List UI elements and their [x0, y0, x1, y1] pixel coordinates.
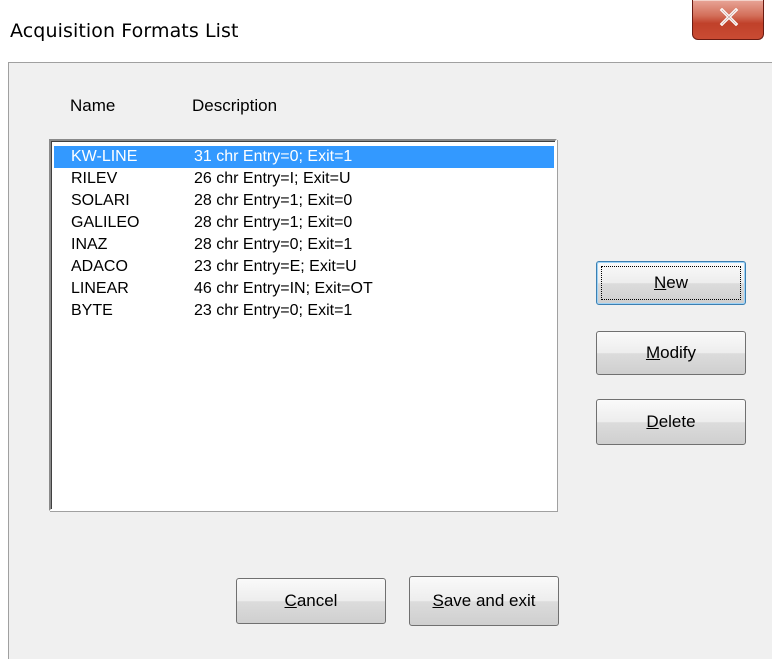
save-and-exit-button-label: Save and exit	[432, 591, 536, 610]
close-icon	[719, 8, 739, 26]
window-title: Acquisition Formats List	[10, 20, 239, 42]
title-bar[interactable]: Acquisition Formats List	[0, 0, 772, 62]
column-header-description: Description	[192, 96, 278, 115]
close-button[interactable]	[692, 0, 764, 40]
format-description: 23 chr Entry=E; Exit=U	[194, 258, 357, 275]
format-description: 28 chr Entry=1; Exit=0	[194, 192, 353, 209]
list-item[interactable]: INAZ 28 chr Entry=0; Exit=1	[54, 234, 554, 256]
format-name: ADACO	[71, 258, 128, 275]
cancel-button[interactable]: Cancel	[236, 578, 386, 624]
acquisition-formats-dialog: Acquisition Formats List Name Descriptio…	[0, 0, 772, 659]
format-description: 28 chr Entry=0; Exit=1	[194, 236, 353, 253]
format-name: SOLARI	[71, 192, 130, 209]
formats-list[interactable]: KW-LINE 31 chr Entry=0; Exit=1 RILEV 26 …	[49, 139, 557, 511]
format-name: BYTE	[71, 302, 113, 319]
column-header-name: Name	[70, 96, 116, 115]
list-item[interactable]: SOLARI 28 chr Entry=1; Exit=0	[54, 190, 554, 212]
list-item[interactable]: KW-LINE 31 chr Entry=0; Exit=1	[54, 146, 554, 168]
cancel-button-label: Cancel	[284, 591, 338, 610]
list-item[interactable]: BYTE 23 chr Entry=0; Exit=1	[54, 300, 554, 322]
format-name: LINEAR	[71, 280, 129, 297]
format-name: INAZ	[71, 236, 108, 253]
format-description: 31 chr Entry=0; Exit=1	[194, 148, 353, 165]
delete-button-label: Delete	[646, 412, 696, 431]
new-button[interactable]: New	[596, 261, 746, 305]
list-item[interactable]: RILEV 26 chr Entry=I; Exit=U	[54, 168, 554, 190]
format-name: RILEV	[71, 170, 118, 187]
modify-button[interactable]: Modify	[596, 331, 746, 375]
list-item[interactable]: LINEAR 46 chr Entry=IN; Exit=OT	[54, 278, 554, 300]
format-description: 23 chr Entry=0; Exit=1	[194, 302, 353, 319]
focus-rectangle	[601, 266, 741, 300]
modify-button-label: Modify	[645, 343, 697, 362]
format-description: 46 chr Entry=IN; Exit=OT	[194, 280, 373, 297]
format-description: 26 chr Entry=I; Exit=U	[194, 170, 351, 187]
format-name: KW-LINE	[71, 148, 138, 165]
list-item[interactable]: GALILEO 28 chr Entry=1; Exit=0	[54, 212, 554, 234]
save-and-exit-button[interactable]: Save and exit	[409, 576, 559, 626]
format-name: GALILEO	[71, 214, 140, 231]
delete-button[interactable]: Delete	[596, 399, 746, 445]
list-item[interactable]: ADACO 23 chr Entry=E; Exit=U	[54, 256, 554, 278]
format-description: 28 chr Entry=1; Exit=0	[194, 214, 353, 231]
